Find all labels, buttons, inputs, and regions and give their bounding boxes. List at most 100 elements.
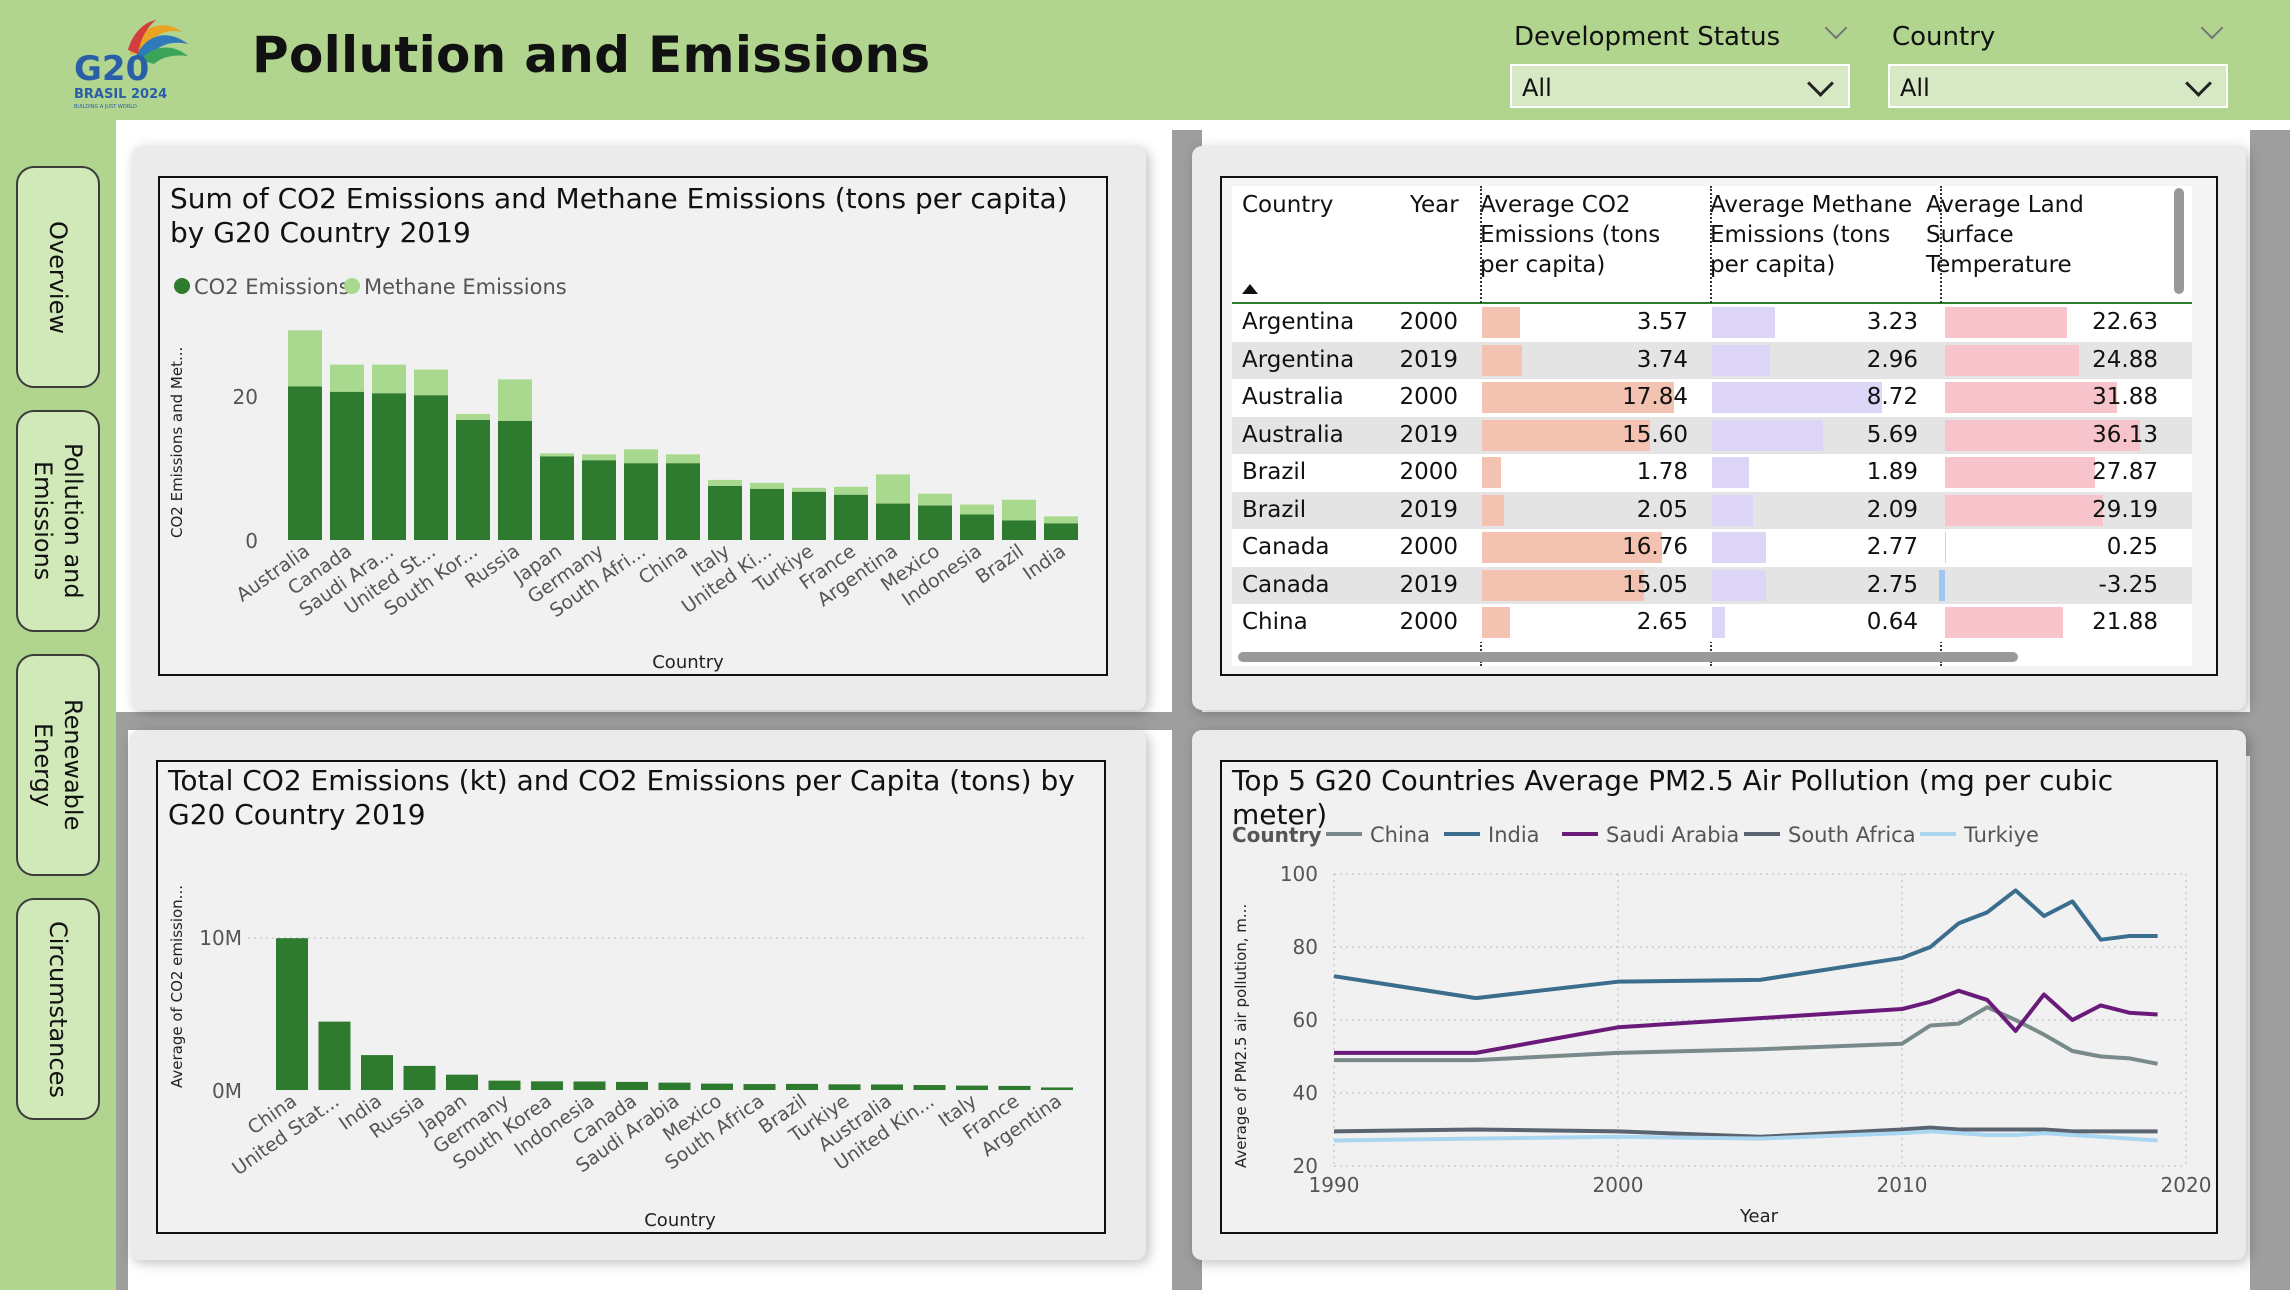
co2-bar[interactable] [582, 460, 616, 540]
table-row[interactable]: Argentina 2000 3.57 3.23 22.63 [1232, 304, 2192, 342]
pm25-chart[interactable]: Top 5 G20 Countries Average PM2.5 Air Po… [1220, 760, 2218, 1234]
cell-year: 2000 [1399, 309, 1458, 335]
column-header-avg-methane[interactable]: Average Methane Emissions (tons per capi… [1710, 190, 1920, 280]
nav-button-pollution-and-emissions[interactable]: Pollution and Emissions [16, 410, 100, 632]
total-co2-chart[interactable]: Total CO2 Emissions (kt) and CO2 Emissio… [156, 760, 1106, 1234]
table-row[interactable]: Australia 2000 17.84 8.72 31.88 [1232, 379, 2192, 417]
table-row[interactable]: Canada 2000 16.76 2.77 0.25 [1232, 529, 2192, 567]
methane-bar[interactable] [414, 369, 448, 396]
legend-label: Saudi Arabia [1606, 823, 1739, 847]
co2-total-bar[interactable] [786, 1083, 818, 1090]
co2-bar[interactable] [834, 494, 868, 540]
table-row[interactable]: Brazil 2000 1.78 1.89 27.87 [1232, 454, 2192, 492]
methane-bar[interactable] [1044, 516, 1078, 524]
co2-bar[interactable] [624, 463, 658, 540]
y-tick-label: 10M [199, 926, 242, 950]
methane-bar[interactable] [666, 454, 700, 464]
methane-bar[interactable] [708, 479, 742, 486]
cell-avg-co2: 1.78 [1636, 459, 1688, 485]
methane-bar[interactable] [960, 504, 994, 515]
column-header-year[interactable]: Year [1410, 190, 1459, 220]
methane-bar[interactable] [792, 487, 826, 492]
methane-bar[interactable] [372, 364, 406, 394]
cell-avg-methane: 5.69 [1866, 421, 1918, 448]
co2-bar[interactable] [498, 420, 532, 540]
y-tick-label: 60 [1293, 1008, 1318, 1032]
nav-button-renewable-energy[interactable]: Renewable Energy [16, 654, 100, 876]
co2-total-bar[interactable] [998, 1085, 1031, 1090]
co2-bar[interactable] [456, 419, 490, 540]
co2-total-bar[interactable] [913, 1085, 946, 1090]
co2-bar[interactable] [918, 505, 952, 540]
methane-bar[interactable] [582, 454, 616, 461]
co2-bar[interactable] [750, 488, 784, 540]
series-line-china[interactable] [1334, 1005, 2158, 1066]
cell-year: 2019 [1399, 346, 1458, 373]
co2-bar[interactable] [792, 491, 826, 540]
series-line-saudi-arabia[interactable] [1334, 988, 2158, 1055]
methane-bar[interactable] [1002, 499, 1036, 521]
methane-bar[interactable] [876, 474, 910, 504]
co2-bar[interactable] [1044, 523, 1078, 540]
table-row[interactable]: Argentina 2019 3.74 2.96 24.88 [1232, 341, 2192, 379]
co2-total-bar[interactable] [531, 1081, 563, 1090]
co2-total-bar[interactable] [1041, 1087, 1073, 1090]
co2-methane-chart[interactable]: Sum of CO2 Emissions and Methane Emissio… [158, 176, 1108, 676]
emissions-table[interactable]: Country Year Average CO2 Emissions (tons… [1232, 186, 2192, 666]
methane-bar[interactable] [498, 379, 532, 421]
co2-total-bar[interactable] [616, 1081, 648, 1090]
chevron-down-icon[interactable] [2200, 16, 2224, 42]
co2-bar[interactable] [708, 485, 742, 540]
x-tick-label: India [1019, 540, 1070, 585]
vertical-scrollbar[interactable] [2174, 188, 2184, 294]
methane-bar[interactable] [288, 330, 322, 387]
co2-total-bar[interactable] [828, 1084, 861, 1090]
nav-button-circumstances[interactable]: Circumstances [16, 898, 100, 1120]
co2-total-bar[interactable] [488, 1080, 521, 1090]
co2-total-bar[interactable] [361, 1055, 393, 1090]
co2-bar[interactable] [414, 395, 448, 540]
column-header-avg-land-temp[interactable]: Average Land Surface Temperature [1926, 190, 2166, 280]
co2-bar[interactable] [666, 463, 700, 540]
methane-bar[interactable] [540, 453, 574, 457]
table-row[interactable]: Canada 2019 15.05 2.75 -3.25 [1232, 566, 2192, 604]
co2-total-bar[interactable] [573, 1081, 606, 1090]
co2-bar[interactable] [540, 456, 574, 540]
methane-bar[interactable] [624, 449, 658, 464]
methane-bar[interactable] [330, 364, 364, 392]
co2-total-bar[interactable] [871, 1084, 903, 1090]
table-row[interactable]: Brazil 2019 2.05 2.09 29.19 [1232, 491, 2192, 529]
cell-avg-land-temp: 22.63 [2092, 309, 2158, 335]
horizontal-scrollbar[interactable] [1238, 652, 2018, 662]
methane-bar[interactable] [456, 413, 490, 420]
co2-bar[interactable] [876, 503, 910, 540]
table-row[interactable]: China 2000 2.65 0.64 21.88 [1232, 604, 2192, 642]
table-row[interactable]: Australia 2019 15.60 5.69 36.13 [1232, 416, 2192, 454]
co2-total-bar[interactable] [403, 1065, 436, 1090]
co2-total-bar[interactable] [318, 1021, 351, 1090]
methane-bar[interactable] [834, 486, 868, 495]
column-header-country[interactable]: Country [1242, 190, 1333, 220]
methane-bar[interactable] [918, 493, 952, 506]
co2-total-bar[interactable] [701, 1083, 733, 1090]
co2-total-bar[interactable] [276, 938, 308, 1090]
co2-total-bar[interactable] [658, 1082, 691, 1090]
co2-total-bar[interactable] [446, 1074, 478, 1090]
nav-button-overview[interactable]: Overview [16, 166, 100, 388]
co2-bar[interactable] [330, 391, 364, 540]
co2-bar[interactable] [1002, 520, 1036, 540]
co2-bar[interactable] [960, 514, 994, 540]
co2-total-bar[interactable] [743, 1084, 776, 1090]
legend-title: Country [1232, 823, 1321, 847]
methane-bar[interactable] [750, 482, 784, 489]
country-dropdown[interactable]: All [1888, 64, 2228, 108]
legend-swatch-co2 [174, 278, 190, 294]
chevron-down-icon[interactable] [1824, 16, 1848, 42]
development-status-dropdown[interactable]: All [1510, 64, 1850, 108]
co2-total-bar[interactable] [956, 1085, 988, 1090]
legend-label-methane: Methane Emissions [364, 275, 567, 299]
series-line-india[interactable] [1333, 888, 2158, 1001]
co2-bar[interactable] [372, 393, 406, 540]
co2-bar[interactable] [288, 386, 322, 540]
column-header-avg-co2[interactable]: Average CO2 Emissions (tons per capita) [1480, 190, 1700, 280]
